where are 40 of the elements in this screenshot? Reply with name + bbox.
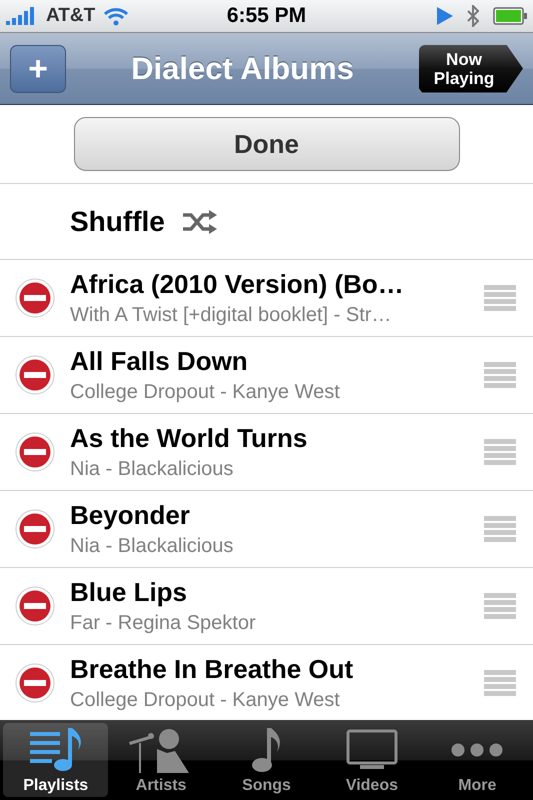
song-subtitle: College Dropout - Kanye West bbox=[70, 381, 341, 404]
shuffle-row[interactable]: Shuffle bbox=[0, 184, 533, 260]
song-title: Beyonder bbox=[70, 500, 191, 531]
battery-icon bbox=[493, 7, 527, 25]
song-title: As the World Turns bbox=[70, 423, 308, 454]
delete-icon[interactable] bbox=[15, 355, 55, 395]
carrier-name: AT&T bbox=[46, 5, 96, 27]
more-icon bbox=[451, 743, 504, 757]
delete-icon[interactable] bbox=[15, 278, 55, 318]
tv-icon bbox=[346, 729, 398, 771]
done-button[interactable]: Done bbox=[74, 117, 460, 171]
playlist-icon bbox=[30, 728, 82, 772]
play-icon bbox=[437, 7, 453, 25]
now-playing-button[interactable]: Now Playing bbox=[419, 44, 523, 92]
clock-time: 6:55 PM bbox=[226, 4, 306, 28]
add-button[interactable]: + bbox=[10, 44, 66, 92]
tab[interactable]: More bbox=[424, 723, 530, 797]
delete-icon[interactable] bbox=[15, 586, 55, 626]
song-subtitle: College Dropout - Kanye West bbox=[70, 689, 341, 712]
nav-title: Dialect Albums bbox=[131, 50, 354, 86]
song-subtitle: Far - Regina Spektor bbox=[70, 612, 257, 635]
song-subtitle: Nia - Blackalicious bbox=[70, 535, 234, 558]
shuffle-icon bbox=[182, 210, 217, 234]
song-title: Breathe In Breathe Out bbox=[70, 654, 354, 685]
tab[interactable]: Playlists bbox=[3, 723, 108, 797]
song-title: All Falls Down bbox=[70, 346, 249, 377]
music-note-icon bbox=[250, 728, 283, 772]
song-title: Blue Lips bbox=[70, 577, 188, 608]
delete-icon[interactable] bbox=[15, 509, 55, 549]
tab[interactable]: Artists bbox=[108, 723, 214, 797]
tab[interactable]: Videos bbox=[319, 723, 425, 797]
shuffle-label: Shuffle bbox=[70, 206, 165, 238]
bluetooth-icon bbox=[467, 5, 479, 27]
song-title: Africa (2010 Version) (Bo… bbox=[70, 269, 405, 300]
song-subtitle: Nia - Blackalicious bbox=[70, 458, 234, 481]
song-subtitle: With A Twist [+digital booklet] - Str… bbox=[70, 304, 392, 327]
wifi-icon bbox=[103, 6, 130, 26]
delete-icon[interactable] bbox=[15, 663, 55, 703]
delete-icon[interactable] bbox=[15, 432, 55, 472]
tab[interactable]: Songs bbox=[214, 723, 320, 797]
